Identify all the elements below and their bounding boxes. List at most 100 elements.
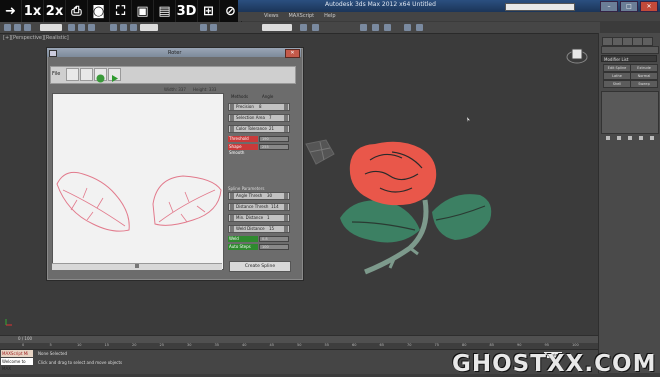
weld-slider[interactable]: Weld xyxy=(228,236,258,242)
undo-icon[interactable] xyxy=(4,24,11,31)
decrement-icon[interactable] xyxy=(230,193,234,199)
extrude-button[interactable]: Extrude xyxy=(630,64,658,72)
schematic-icon[interactable] xyxy=(372,24,379,31)
object-name-field[interactable] xyxy=(601,46,659,54)
color-tolerance-param[interactable]: Color Tolerance 21 xyxy=(228,125,290,133)
normal-button[interactable]: Normal xyxy=(630,72,658,80)
timeline-tick-label: 65 xyxy=(379,343,384,347)
file-menu[interactable]: File xyxy=(52,71,64,78)
increment-icon[interactable] xyxy=(284,115,288,121)
threshold-slider[interactable]: Threshold xyxy=(228,136,258,142)
selection-area-param[interactable]: Selection Area 7 xyxy=(228,114,290,122)
drawing-canvas[interactable] xyxy=(52,93,224,270)
dialog-close-button[interactable]: ✕ xyxy=(285,49,300,58)
zoom-1x-button[interactable]: 1x xyxy=(22,0,44,22)
decrement-icon[interactable] xyxy=(230,115,234,121)
recycle-icon[interactable] xyxy=(94,68,107,83)
named-selection-dropdown[interactable] xyxy=(262,24,292,31)
auto-steps-value[interactable]: 100 xyxy=(259,244,289,250)
video-icon[interactable]: ▤ xyxy=(154,0,176,22)
auto-steps-slider[interactable]: Auto Steps xyxy=(228,244,258,250)
menu-help[interactable]: Help xyxy=(324,12,335,21)
render-setup-icon[interactable] xyxy=(404,24,411,31)
modifier-list-dropdown[interactable]: Modifier List xyxy=(601,55,657,62)
camera-icon[interactable]: ◙ xyxy=(88,0,110,22)
close-button[interactable]: ✕ xyxy=(640,1,658,12)
dialog-title: Roter xyxy=(168,50,182,56)
menu-maxscript[interactable]: MAXScript xyxy=(288,12,314,21)
shell-button[interactable]: Shell xyxy=(603,80,631,88)
select-name-icon[interactable] xyxy=(78,24,85,31)
edit-spline-button[interactable]: Edit Spline xyxy=(603,64,631,72)
viewcube-icon[interactable] xyxy=(566,45,588,65)
search-input[interactable] xyxy=(505,3,575,11)
link-icon[interactable] xyxy=(24,24,31,31)
maxscript-listener[interactable]: MAXScript Mi xyxy=(1,350,33,357)
modifier-stack[interactable] xyxy=(601,91,659,134)
rotate-icon[interactable] xyxy=(120,24,127,31)
decrement-icon[interactable] xyxy=(230,204,234,210)
create-spline-button[interactable]: Create Spline xyxy=(229,261,291,272)
increment-icon[interactable] xyxy=(284,226,288,232)
mirror-icon[interactable] xyxy=(300,24,307,31)
show-end-result-icon[interactable] xyxy=(617,136,622,140)
increment-icon[interactable] xyxy=(284,193,288,199)
weld-distance-param[interactable]: Weld Distance 15 xyxy=(228,225,290,233)
shape-smooth-value[interactable]: 255 xyxy=(259,144,289,150)
remove-modifier-icon[interactable] xyxy=(638,136,643,140)
decrement-icon[interactable] xyxy=(230,104,234,110)
snap-icon[interactable] xyxy=(200,24,207,31)
pin-icon[interactable]: ➜ xyxy=(0,0,22,22)
reference-coord-dropdown[interactable] xyxy=(140,24,158,31)
3d-button[interactable]: 3D xyxy=(176,0,198,22)
pick-icon[interactable] xyxy=(80,68,93,81)
decrement-icon[interactable] xyxy=(230,226,234,232)
increment-icon[interactable] xyxy=(284,204,288,210)
weld-value[interactable]: 0.8 xyxy=(259,236,289,242)
brush-icon[interactable] xyxy=(66,68,79,81)
tab-angle[interactable]: Angle xyxy=(262,94,273,99)
select-icon[interactable] xyxy=(68,24,75,31)
curve-editor-icon[interactable] xyxy=(360,24,367,31)
align-icon[interactable] xyxy=(312,24,319,31)
play-icon[interactable] xyxy=(108,68,121,82)
angle-snap-icon[interactable] xyxy=(210,24,217,31)
distance-thresh-param[interactable]: Distance Thresh 114 xyxy=(228,203,290,211)
min-distance-param[interactable]: Min. Distance 1 xyxy=(228,214,290,222)
maxscript-input[interactable]: Welcome to MAX xyxy=(1,358,33,371)
make-unique-icon[interactable] xyxy=(627,136,632,140)
maximize-button[interactable]: □ xyxy=(620,1,638,12)
zoom-2x-button[interactable]: 2x xyxy=(44,0,66,22)
redo-icon[interactable] xyxy=(14,24,21,31)
display-tab-icon[interactable] xyxy=(642,37,653,46)
material-editor-icon[interactable] xyxy=(384,24,391,31)
fit-icon[interactable]: ⛶ xyxy=(110,0,132,22)
print-icon[interactable]: ⎙ xyxy=(66,0,88,22)
grid-icon[interactable]: ⊞ xyxy=(198,0,220,22)
lathe-button[interactable]: Lathe xyxy=(603,72,631,80)
increment-icon[interactable] xyxy=(284,215,288,221)
menu-views[interactable]: Views xyxy=(264,12,278,21)
scale-icon[interactable] xyxy=(130,24,137,31)
viewport-label[interactable]: [+][Perspective][Realistic] xyxy=(3,35,69,41)
timeline-tick-label: 15 xyxy=(104,343,109,347)
increment-icon[interactable] xyxy=(284,104,288,110)
selection-filter-dropdown[interactable] xyxy=(40,24,62,31)
scrollbar-thumb[interactable] xyxy=(135,264,139,268)
angle-thresh-param[interactable]: Angle Thresh 30 xyxy=(228,192,290,200)
move-icon[interactable] xyxy=(110,24,117,31)
color-icon[interactable]: ▣ xyxy=(132,0,154,22)
decrement-icon[interactable] xyxy=(230,126,234,132)
decrement-icon[interactable] xyxy=(230,215,234,221)
pin-stack-icon[interactable] xyxy=(606,136,611,140)
sweep-button[interactable]: Sweep xyxy=(630,80,658,88)
minimize-button[interactable]: – xyxy=(600,1,618,12)
render-icon[interactable] xyxy=(416,24,423,31)
threshold-value[interactable]: 190 xyxy=(259,136,289,142)
increment-icon[interactable] xyxy=(284,126,288,132)
rect-select-icon[interactable] xyxy=(88,24,95,31)
precision-param[interactable]: Precision 8 xyxy=(228,103,290,111)
shape-smooth-slider[interactable]: Shape Smooth xyxy=(228,144,258,155)
configure-sets-icon[interactable] xyxy=(649,136,654,140)
tab-methods[interactable]: Methods xyxy=(231,94,248,99)
